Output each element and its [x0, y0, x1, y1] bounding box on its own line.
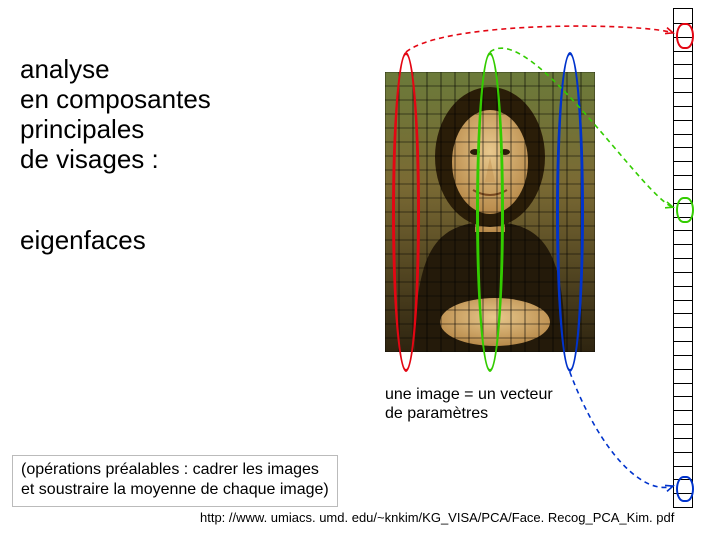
face-image [385, 72, 595, 352]
mapping-arrow-red [406, 26, 673, 52]
column-ellipse-green [476, 52, 504, 372]
column-ellipse-red [392, 52, 420, 372]
title-line: en composantes [20, 85, 211, 115]
caption-line: une image = un vecteur [385, 385, 553, 404]
column-ellipse-blue [556, 52, 584, 372]
vector-mark-green [676, 197, 694, 223]
vector-mark-blue [676, 476, 694, 502]
vector-mark-red [676, 23, 694, 49]
caption-line: de paramètres [385, 404, 553, 423]
slide-title: analyse en composantes principales de vi… [20, 55, 211, 175]
title-line: principales [20, 115, 211, 145]
source-url: http: //www. umiacs. umd. edu/~knkim/KG_… [200, 510, 674, 525]
title-line: de visages : [20, 145, 211, 175]
mapping-arrow-blue [570, 372, 673, 487]
slide-subtitle: eigenfaces [20, 225, 146, 256]
preprocessing-note: (opérations préalables : cadrer les imag… [12, 455, 338, 507]
note-line: (opérations préalables : cadrer les imag… [21, 460, 329, 480]
title-line: analyse [20, 55, 211, 85]
parameter-vector [673, 8, 693, 508]
note-line: et soustraire la moyenne de chaque image… [21, 480, 329, 500]
image-equals-vector-caption: une image = un vecteur de paramètres [385, 385, 553, 423]
